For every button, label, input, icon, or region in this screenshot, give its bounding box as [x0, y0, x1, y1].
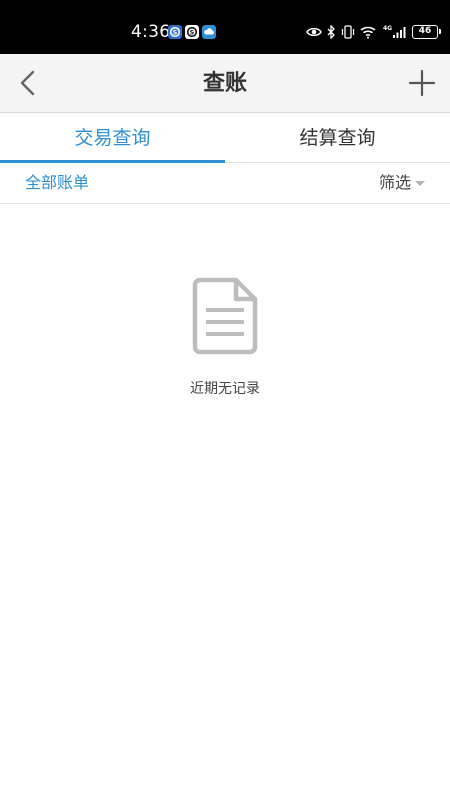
add-icon[interactable] [408, 69, 436, 97]
caret-down-icon [415, 181, 425, 186]
svg-text:4G: 4G [383, 25, 392, 32]
svg-text:S: S [173, 29, 178, 37]
tab-bar: 交易查询 结算查询 [0, 113, 450, 163]
tab-settlement-query[interactable]: 结算查询 [225, 113, 450, 163]
vibrate-icon [341, 25, 355, 39]
tab-transaction-query[interactable]: 交易查询 [0, 113, 225, 163]
status-bar: 4:36 S S 4G 46 [0, 0, 450, 54]
nav-bar: 查账 [0, 54, 450, 113]
filter-dropdown[interactable]: 筛选 [379, 173, 425, 193]
payment-app-icon: S [168, 25, 182, 39]
eye-icon [306, 27, 322, 37]
battery-indicator: 46 [412, 25, 441, 39]
svg-text:S: S [190, 29, 195, 37]
page-title: 查账 [202, 71, 247, 96]
filter-row: 全部账单 筛选 [0, 163, 450, 204]
document-icon [192, 277, 258, 355]
all-bills-button[interactable]: 全部账单 [25, 173, 89, 193]
bluetooth-icon [327, 25, 335, 39]
wallet-app-icon: S [185, 25, 199, 39]
status-time: 4:36 [131, 22, 171, 42]
cloud-app-icon [202, 25, 216, 39]
wifi-icon [360, 26, 376, 39]
cellular-signal-icon: 4G [383, 25, 406, 38]
screen: 4:36 S S 4G 46 查账 交易查询 结算查询 全部账单 筛选 近期无记… [0, 0, 450, 800]
empty-state-message: 近期无记录 [190, 381, 260, 397]
status-indicators: 4G 46 [306, 22, 441, 42]
filter-label: 筛选 [378, 173, 411, 192]
